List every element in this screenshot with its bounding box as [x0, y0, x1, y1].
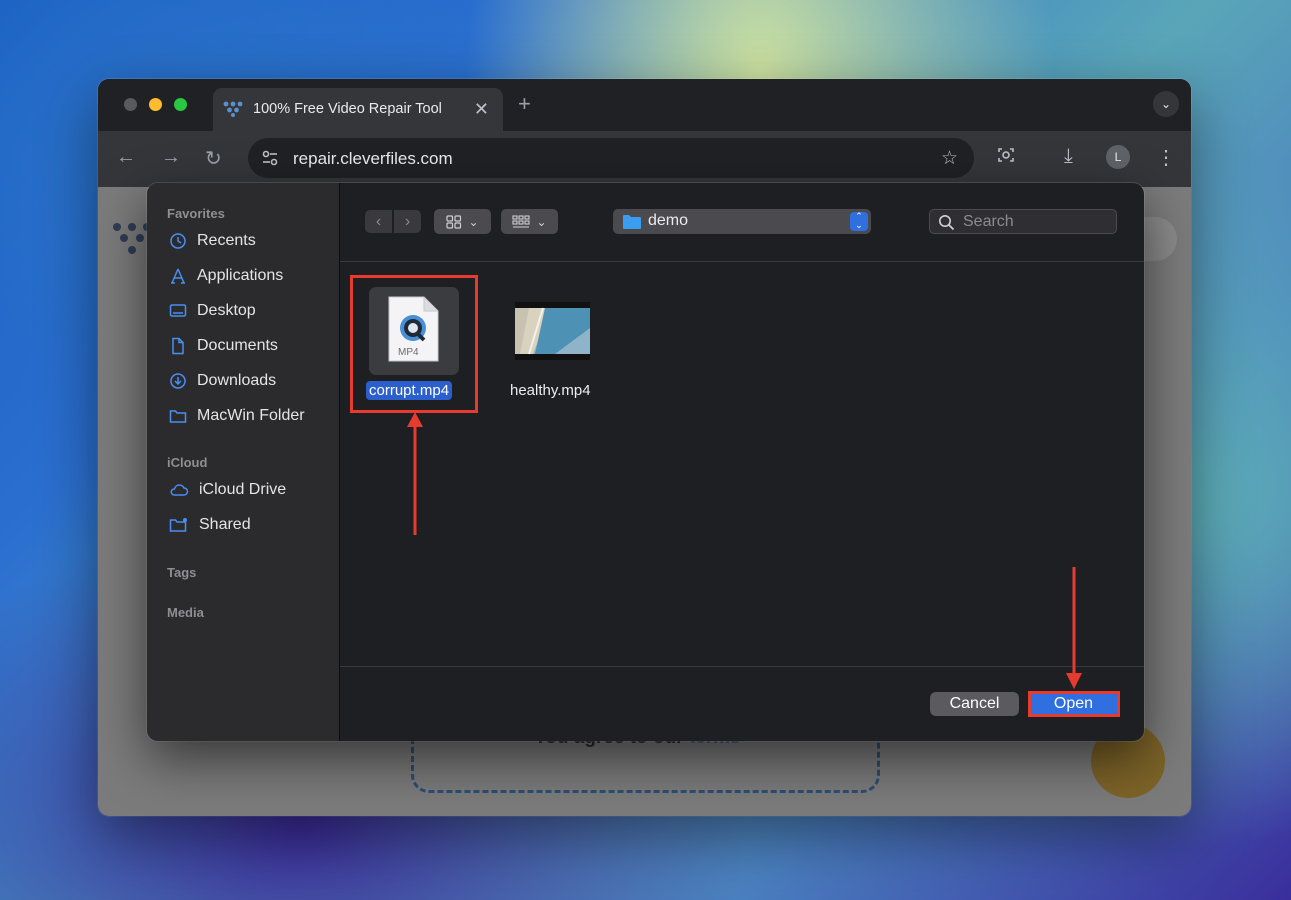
sidebar-item-label: Recents [197, 232, 256, 249]
zoom-window-button[interactable] [174, 98, 187, 111]
sidebar-item-desktop[interactable]: Desktop [169, 298, 329, 324]
site-logo-icon [223, 101, 243, 117]
applications-icon [171, 268, 185, 284]
site-settings-icon[interactable] [260, 148, 280, 168]
sidebar-item-recents[interactable]: Recents [169, 228, 329, 254]
sidebar-item-label: Shared [199, 516, 251, 533]
clock-icon [170, 233, 186, 249]
dialog-footer: Cancel Open [340, 666, 1144, 741]
folder-icon [623, 215, 641, 229]
chevron-down-icon: ⌄ [536, 214, 547, 229]
download-icon[interactable]: ⤓ [1064, 145, 1073, 168]
file-name-selected: corrupt.mp4 [366, 381, 453, 400]
sidebar-item-macwin-folder[interactable]: MacWin Folder [169, 403, 329, 429]
stepper-icon: ⌃ ⌄ [850, 212, 868, 231]
search-icon [939, 215, 955, 231]
favorites-header: Favorites [167, 206, 225, 221]
dialog-sidebar: Favorites Recents Applications Desktop D… [147, 183, 340, 741]
close-window-button[interactable] [124, 98, 137, 111]
bookmark-star-icon[interactable]: ☆ [941, 147, 958, 170]
desktop-icon [169, 304, 187, 317]
browser-toolbar: ← → ↻ repair.cleverfiles.com ☆ ⤓ L ⋮ [98, 131, 1191, 187]
chevron-down-icon: ⌄ [468, 214, 479, 229]
location-label: demo [648, 212, 689, 229]
file-name: healthy.mp4 [510, 382, 591, 399]
tab-title: 100% Free Video Repair Tool [253, 101, 442, 117]
dialog-forward-button[interactable]: › [394, 210, 421, 233]
dialog-back-button[interactable]: ‹ [365, 210, 392, 233]
sidebar-item-label: Applications [197, 267, 284, 284]
sidebar-item-label: Documents [197, 337, 278, 354]
shared-folder-icon [169, 518, 187, 532]
sidebar-item-label: Downloads [197, 372, 277, 389]
icon-view-button[interactable]: ⌄ [434, 209, 491, 234]
download-icon [170, 373, 186, 389]
cleverfiles-logo-icon [113, 223, 151, 254]
folder-icon [169, 410, 187, 423]
back-button[interactable]: ← [116, 146, 136, 169]
sidebar-item-applications[interactable]: Applications [169, 263, 329, 289]
forward-button[interactable]: → [161, 146, 181, 169]
browser-tab[interactable]: 100% Free Video Repair Tool ✕ [213, 88, 503, 131]
sidebar-item-label: MacWin Folder [197, 407, 305, 424]
open-button[interactable]: Open [1029, 692, 1118, 716]
file-browser: MP4 corrupt.mp4 healthy.mp4 [340, 262, 1144, 666]
reload-button[interactable]: ↻ [205, 146, 222, 171]
minimize-window-button[interactable] [149, 98, 162, 111]
address-bar[interactable]: repair.cleverfiles.com ☆ [248, 138, 974, 178]
url-text: repair.cleverfiles.com [293, 149, 453, 168]
media-header: Media [167, 605, 204, 620]
video-thumbnail [515, 302, 590, 360]
sidebar-item-icloud-drive[interactable]: iCloud Drive [169, 477, 329, 503]
more-menu-icon[interactable]: ⋮ [1156, 145, 1176, 170]
document-icon [172, 337, 184, 355]
file-type-label: MP4 [398, 347, 419, 358]
icloud-header: iCloud [167, 455, 208, 470]
sidebar-item-shared[interactable]: Shared [169, 512, 329, 538]
tags-header: Tags [167, 565, 197, 580]
sidebar-item-label: Desktop [197, 302, 256, 319]
group-view-button[interactable]: ⌄ [501, 209, 558, 234]
group-view-icon [512, 214, 531, 228]
sidebar-item-label: iCloud Drive [199, 481, 287, 498]
tab-search-button[interactable]: ⌄ [1153, 91, 1179, 117]
cloud-icon [170, 484, 189, 496]
dialog-toolbar: ‹ › ⌄ ⌄ demo ⌃ ⌄ Search [340, 183, 1144, 262]
close-tab-icon[interactable]: ✕ [474, 99, 489, 120]
tab-bar: 100% Free Video Repair Tool ✕ + ⌄ [98, 79, 1191, 131]
search-field[interactable]: Search [929, 209, 1117, 234]
new-tab-button[interactable]: + [518, 91, 531, 117]
sidebar-item-downloads[interactable]: Downloads [169, 368, 329, 394]
search-placeholder: Search [963, 213, 1014, 230]
profile-avatar[interactable]: L [1106, 145, 1130, 169]
grid-view-icon [446, 214, 462, 229]
sidebar-item-documents[interactable]: Documents [169, 333, 329, 359]
location-popup[interactable]: demo ⌃ ⌄ [613, 209, 871, 234]
cancel-button[interactable]: Cancel [930, 692, 1019, 716]
file-open-dialog: Favorites Recents Applications Desktop D… [147, 183, 1144, 741]
lens-icon[interactable] [996, 145, 1016, 165]
